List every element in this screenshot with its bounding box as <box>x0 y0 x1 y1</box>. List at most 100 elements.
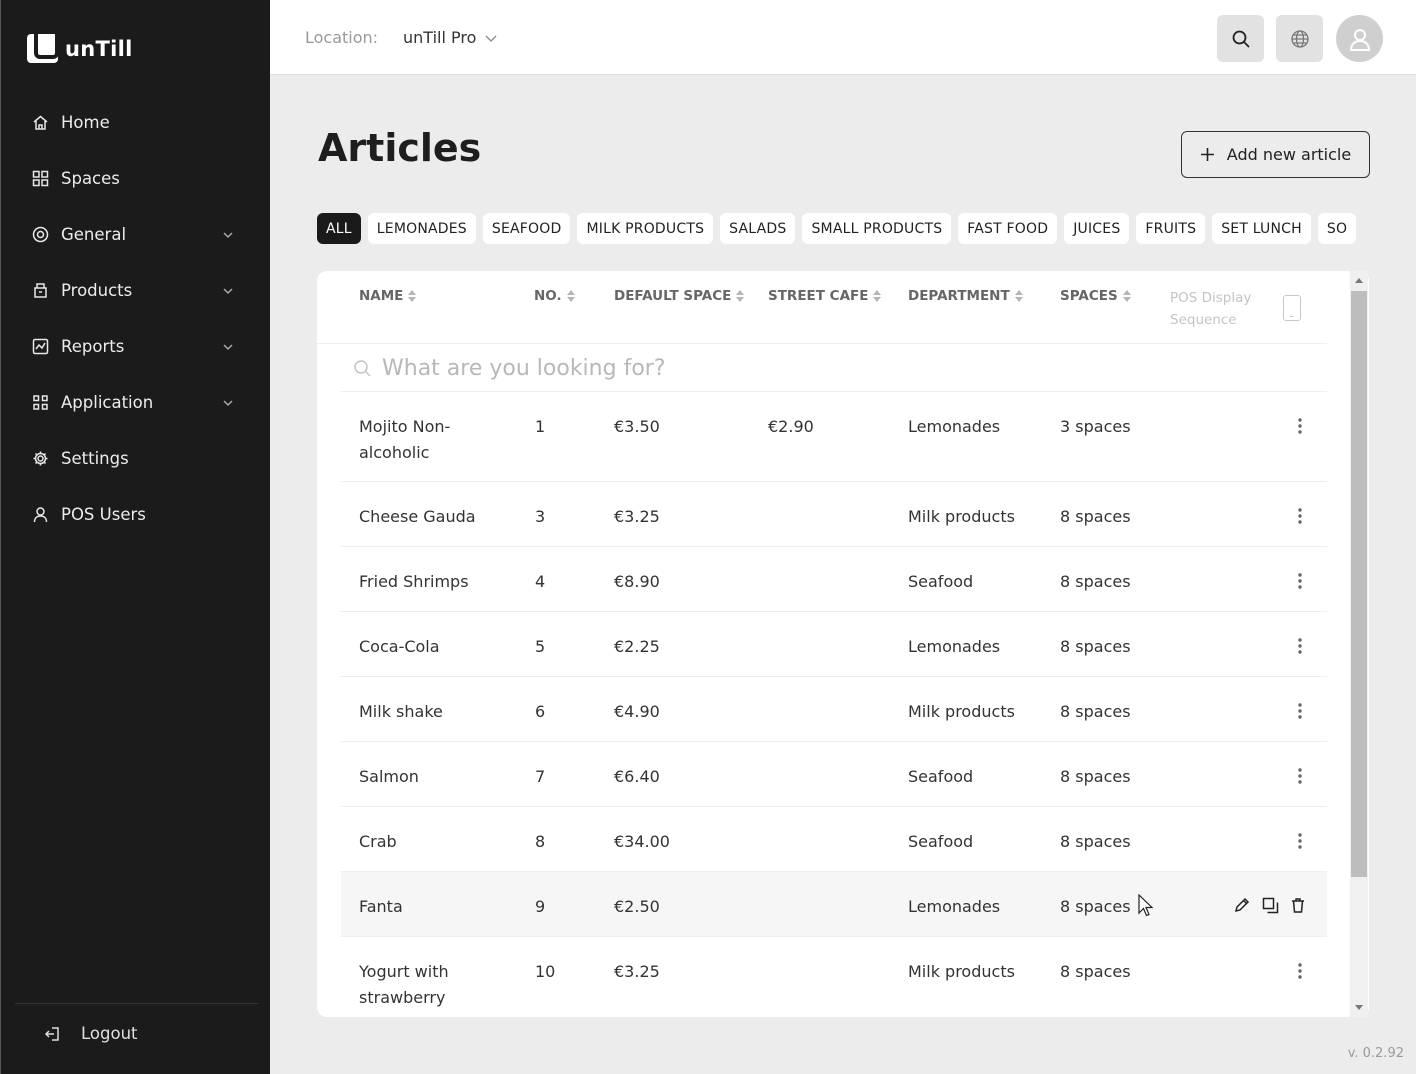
cell-street-cafe: €2.90 <box>768 417 814 436</box>
table-row[interactable]: Cheese Gauda 3 €3.25 Milk products 8 spaces <box>341 482 1327 547</box>
cell-department: Seafood <box>908 767 974 786</box>
sidebar-item-products[interactable]: Products <box>1 262 271 318</box>
search-icon <box>1232 30 1250 48</box>
cell-spaces: 8 spaces <box>1060 572 1131 591</box>
table-row[interactable]: Yogurt with strawberry 10 €3.25 Milk produc… <box>341 937 1327 1017</box>
delete-trash-icon[interactable] <box>1289 896 1307 914</box>
chart-icon <box>31 337 50 356</box>
apps-icon <box>31 393 50 412</box>
sort-icon <box>566 290 575 302</box>
scroll-up-arrow-icon[interactable] <box>1355 278 1363 283</box>
column-label: STREET CAFE <box>768 288 869 304</box>
duplicate-icon[interactable] <box>1261 896 1279 914</box>
filter-chip-fast-food[interactable]: FAST FOOD <box>958 213 1058 244</box>
search-button[interactable] <box>1217 15 1264 62</box>
sidebar-item-reports[interactable]: Reports <box>1 318 271 374</box>
scrollbar[interactable] <box>1350 271 1368 1017</box>
sidebar-item-label: Home <box>61 112 110 132</box>
user-avatar[interactable] <box>1336 15 1383 62</box>
cell-name: Milk shake <box>359 702 443 721</box>
column-header-street-cafe[interactable]: STREET CAFE <box>768 288 882 304</box>
column-header-department[interactable]: DEPARTMENT <box>908 288 1023 304</box>
sidebar-item-application[interactable]: Application <box>1 374 271 430</box>
cell-default-space: €2.25 <box>614 637 660 656</box>
cell-department: Seafood <box>908 832 974 851</box>
filter-chip-lemonades[interactable]: LEMONADES <box>367 213 476 244</box>
cell-no: 1 <box>535 417 546 436</box>
cell-spaces: 8 spaces <box>1060 962 1131 981</box>
more-options-icon[interactable] <box>1290 571 1310 591</box>
column-label: DEPARTMENT <box>908 288 1010 304</box>
cell-department: Lemonades <box>908 417 1001 436</box>
search-input[interactable] <box>382 355 1282 381</box>
gear-icon <box>31 449 50 468</box>
cell-default-space: €34.00 <box>614 832 670 851</box>
column-label: NAME <box>359 288 404 304</box>
cell-default-space: €3.25 <box>614 962 660 981</box>
location-selector[interactable]: unTill Pro <box>403 28 498 47</box>
table-row[interactable]: Salmon 7 €6.40 Seafood 8 spaces <box>341 742 1327 807</box>
table-row[interactable]: Mojito Non-alcoholic 1 €3.50 €2.90 Lemonades… <box>341 392 1327 482</box>
column-header-no[interactable]: NO. <box>534 288 575 304</box>
row-actions <box>1233 896 1307 914</box>
table-row[interactable]: Crab 8 €34.00 Seafood 8 spaces <box>341 807 1327 872</box>
logout-icon <box>44 1026 59 1041</box>
more-options-icon[interactable] <box>1290 506 1310 526</box>
more-options-icon[interactable] <box>1290 636 1310 656</box>
language-button[interactable] <box>1276 15 1323 62</box>
filter-chip-seafood[interactable]: SEAFOOD <box>482 213 571 244</box>
filter-chip-all[interactable]: ALL <box>317 213 361 244</box>
column-header-name[interactable]: NAME <box>359 288 417 304</box>
filter-chip-so[interactable]: SO <box>1317 213 1357 244</box>
scroll-down-arrow-icon[interactable] <box>1355 1005 1363 1010</box>
brand-logo[interactable]: unTill <box>27 34 133 63</box>
sidebar-item-spaces[interactable]: Spaces <box>1 150 271 206</box>
chevron-down-icon <box>221 339 235 353</box>
cell-name: Crab <box>359 832 397 851</box>
cell-spaces: 8 spaces <box>1060 637 1131 656</box>
table-row[interactable]: Fried Shrimps 4 €8.90 Seafood 8 spaces <box>341 547 1327 612</box>
category-filter-bar: ALL LEMONADES SEAFOOD MILK PRODUCTS SALADS SM… <box>317 213 1371 245</box>
cell-name: Fried Shrimps <box>359 572 469 591</box>
cell-name: Mojito Non-alcoholic <box>359 417 451 462</box>
sort-icon <box>408 290 417 302</box>
table-row[interactable]: Fanta 9 €2.50 Lemonades 8 spaces <box>341 872 1327 937</box>
column-header-spaces[interactable]: SPACES <box>1060 288 1131 304</box>
column-header-default-space[interactable]: DEFAULT SPACE <box>614 288 745 304</box>
edit-pencil-icon[interactable] <box>1233 896 1251 914</box>
column-header-pos-display-sequence[interactable]: POS Display Sequence <box>1170 287 1270 331</box>
sidebar-item-label: POS Users <box>61 504 146 524</box>
filter-chip-salads[interactable]: SALADS <box>720 213 796 244</box>
add-new-article-label: Add new article <box>1226 145 1352 164</box>
sidebar-item-label: Spaces <box>61 168 120 188</box>
column-label: DEFAULT SPACE <box>614 288 732 304</box>
more-options-icon[interactable] <box>1290 766 1310 786</box>
logout-button[interactable]: Logout <box>43 1024 138 1043</box>
sidebar-item-home[interactable]: Home <box>1 94 271 150</box>
device-icon[interactable] <box>1283 295 1301 321</box>
more-options-icon[interactable] <box>1290 416 1310 436</box>
user-icon <box>1349 28 1370 51</box>
cell-default-space: €3.50 <box>614 417 660 436</box>
table-row[interactable]: Milk shake 6 €4.90 Milk products 8 spaces <box>341 677 1327 742</box>
home-icon <box>31 113 50 132</box>
sidebar-item-general[interactable]: General <box>1 206 271 262</box>
sidebar-item-settings[interactable]: Settings <box>1 430 271 486</box>
filter-chip-set-lunch[interactable]: SET LUNCH <box>1212 213 1311 244</box>
more-options-icon[interactable] <box>1290 831 1310 851</box>
add-new-article-button[interactable]: Add new article <box>1181 131 1370 178</box>
sidebar-item-label: Application <box>61 392 154 412</box>
cell-no: 9 <box>535 897 546 916</box>
filter-chip-small-products[interactable]: SMALL PRODUCTS <box>802 213 952 244</box>
scrollbar-thumb[interactable] <box>1351 291 1367 877</box>
cell-department: Milk products <box>908 507 1015 526</box>
more-options-icon[interactable] <box>1290 701 1310 721</box>
filter-chip-fruits[interactable]: FRUITS <box>1136 213 1206 244</box>
filter-chip-milk-products[interactable]: MILK PRODUCTS <box>577 213 714 244</box>
more-options-icon[interactable] <box>1290 961 1310 981</box>
filter-chip-juices[interactable]: JUICES <box>1064 213 1130 244</box>
sidebar-item-pos-users[interactable]: POS Users <box>1 486 271 542</box>
cell-default-space: €6.40 <box>614 767 660 786</box>
table-row[interactable]: Coca-Cola 5 €2.25 Lemonades 8 spaces <box>341 612 1327 677</box>
top-bar: Location: unTill Pro <box>270 0 1416 75</box>
